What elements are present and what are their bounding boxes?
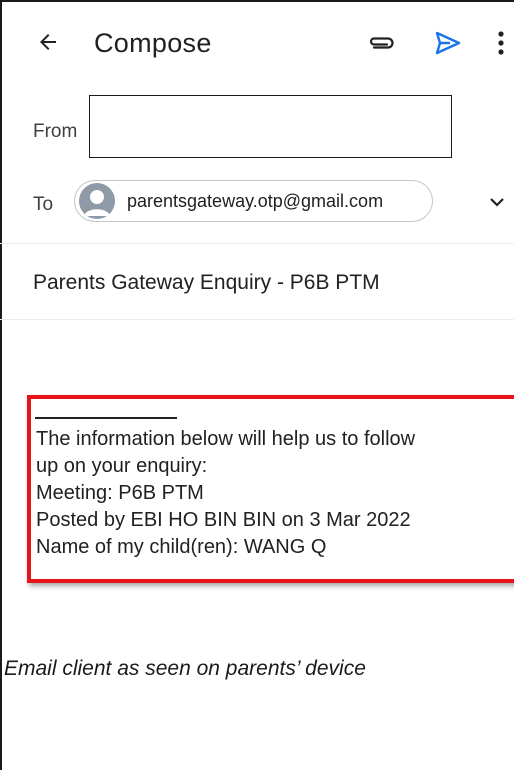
body-line: Posted by EBI HO BIN BIN on 3 Mar 2022	[36, 509, 411, 531]
figure-caption: Email client as seen on parents’ device	[4, 657, 366, 680]
more-vert-icon[interactable]	[496, 30, 506, 56]
body-line: Meeting: P6B PTM	[36, 482, 204, 504]
send-icon[interactable]	[434, 30, 462, 56]
signature-divider	[35, 417, 177, 419]
from-row: From	[0, 90, 514, 164]
from-label: From	[33, 121, 78, 142]
chevron-down-icon[interactable]	[488, 193, 506, 211]
to-label: To	[33, 194, 54, 215]
body-line: Name of my child(ren): WANG Q	[36, 536, 327, 558]
body-line: up on your enquiry:	[36, 455, 208, 477]
back-arrow-icon[interactable]	[36, 30, 60, 54]
subject-row[interactable]: Parents Gateway Enquiry - P6B PTM	[0, 244, 514, 320]
app-title: Compose	[94, 28, 212, 58]
email-body-highlight: The information below will help us to fo…	[27, 395, 514, 583]
paperclip-icon[interactable]	[366, 31, 396, 55]
recipient-chip[interactable]: parentsgateway.otp@gmail.com	[74, 180, 433, 222]
recipient-email: parentsgateway.otp@gmail.com	[127, 191, 384, 211]
body-line: The information below will help us to fo…	[36, 428, 416, 450]
avatar-icon	[79, 183, 115, 219]
email-body-text[interactable]: The information below will help us to fo…	[36, 426, 415, 561]
to-row: To parentsgateway.otp@gmail.com	[0, 164, 514, 244]
from-field[interactable]	[89, 95, 452, 158]
app-bar: Compose	[0, 2, 514, 90]
subject-field[interactable]: Parents Gateway Enquiry - P6B PTM	[33, 269, 380, 297]
